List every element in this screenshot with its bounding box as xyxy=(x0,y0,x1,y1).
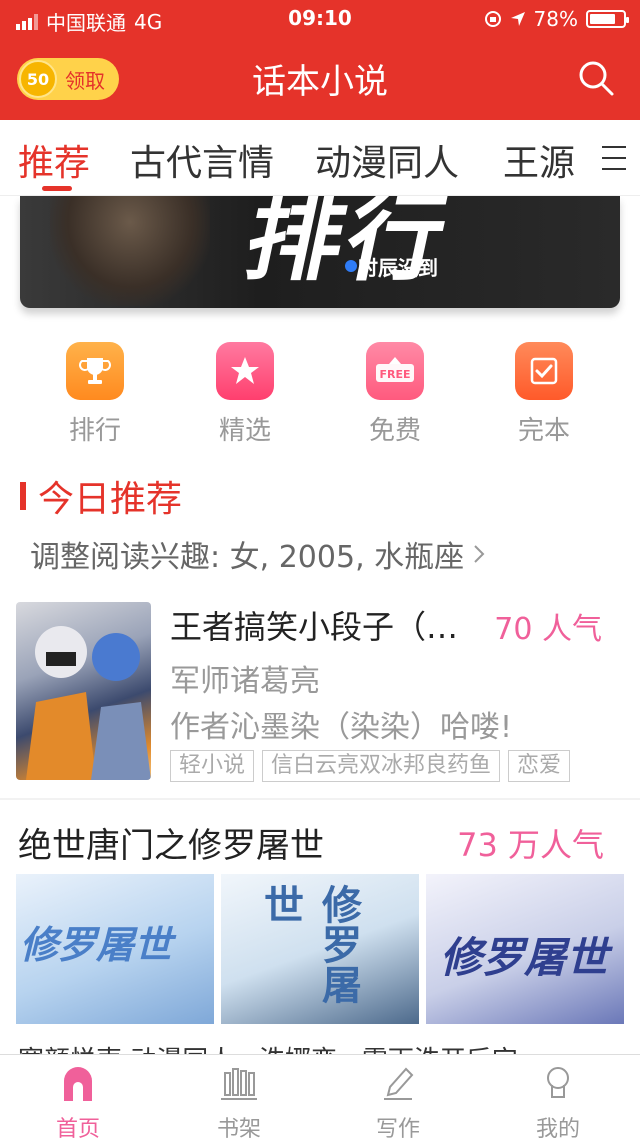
battery-icon xyxy=(586,10,629,28)
nav-home-label: 首页 xyxy=(55,1117,100,1139)
book-cover xyxy=(16,602,151,780)
search-icon[interactable] xyxy=(576,58,616,98)
rank-label: 排行 xyxy=(68,416,121,446)
book-subtitle: 军师诸葛亮 xyxy=(170,664,320,699)
nav-profile[interactable]: 我的 xyxy=(508,1063,608,1139)
carousel-indicator xyxy=(345,260,357,272)
adjust-interest-link[interactable]: 调整阅读兴趣: 女, 2005, 水瓶座 xyxy=(30,532,486,576)
chevron-right-icon xyxy=(474,545,485,563)
promo-banner[interactable]: 排行 时辰没到 xyxy=(20,196,620,308)
nav-bookshelf-label: 书架 xyxy=(216,1117,261,1139)
battery-percent: 78% xyxy=(533,7,578,31)
tab-ancient-romance[interactable]: 古代言情 xyxy=(130,134,274,186)
cover-gallery[interactable]: 修罗屠世 修罗屠世 修罗屠世 xyxy=(16,874,624,1024)
banner-caption: 时辰没到 xyxy=(358,256,438,280)
cover-image: 修罗屠世 xyxy=(16,874,214,1024)
tag[interactable]: 轻小说 xyxy=(170,750,255,782)
book-title[interactable]: 绝世唐门之修罗屠世 xyxy=(18,818,324,867)
interest-text: 调整阅读兴趣: 女, 2005, 水瓶座 xyxy=(30,540,465,575)
quick-entry-row: 排行 精选 FREE 免费 完本 xyxy=(0,342,640,452)
featured-label: 精选 xyxy=(218,416,271,446)
completed-entry[interactable]: 完本 xyxy=(504,342,584,447)
location-icon xyxy=(510,12,525,26)
orientation-lock-icon xyxy=(484,11,501,27)
popularity: 73 万人气 xyxy=(457,826,604,864)
nav-profile-label: 我的 xyxy=(535,1117,580,1139)
popularity: 70 人气 xyxy=(494,612,602,647)
tag[interactable]: 恋爱 xyxy=(508,750,571,782)
tab-anime-fanfic[interactable]: 动漫同人 xyxy=(315,134,459,186)
tab-wang-yuan[interactable]: 王源 xyxy=(503,134,575,186)
banner-artwork-text: 排行 xyxy=(236,196,461,294)
free-label: 免费 xyxy=(368,416,421,446)
free-entry[interactable]: FREE 免费 xyxy=(355,342,435,447)
bookshelf-icon xyxy=(221,1068,257,1100)
section-header: 今日推荐 xyxy=(20,470,182,522)
book-card[interactable]: 王者搞笑小段子（… 70 人气 军师诸葛亮 作者沁墨染（染染）哈喽! 轻小说 信… xyxy=(16,602,624,782)
divider xyxy=(0,798,640,800)
app-header: 中国联通 4G 09:10 78% 50 领取 话本小说 xyxy=(0,0,640,120)
section-marker xyxy=(20,482,26,510)
profile-icon xyxy=(547,1067,569,1098)
app-title: 话本小说 xyxy=(252,62,388,102)
nav-bookshelf[interactable]: 书架 xyxy=(189,1063,289,1139)
completed-label: 完本 xyxy=(517,416,570,446)
star-icon xyxy=(216,342,274,400)
nav-home[interactable]: 首页 xyxy=(28,1063,128,1139)
status-bar: 中国联通 4G 09:10 78% xyxy=(0,0,640,36)
home-icon xyxy=(64,1067,92,1101)
banner-image xyxy=(50,196,210,306)
pen-icon xyxy=(384,1067,414,1100)
check-icon xyxy=(515,342,573,400)
nav-write[interactable]: 写作 xyxy=(348,1063,448,1139)
svg-text:FREE: FREE xyxy=(379,368,410,381)
active-tab-indicator xyxy=(42,186,72,191)
cover-image: 修罗屠世 xyxy=(221,874,419,1024)
tag-list: 轻小说 信白云亮双冰邦良药鱼 恋爱 xyxy=(170,750,571,782)
menu-icon[interactable] xyxy=(602,142,626,174)
tab-recommend[interactable]: 推荐 xyxy=(18,134,90,186)
category-tabs: 推荐 古代言情 动漫同人 王源 xyxy=(0,120,640,196)
section-title: 今日推荐 xyxy=(38,479,183,520)
nav-write-label: 写作 xyxy=(375,1117,420,1139)
free-icon: FREE xyxy=(366,342,424,400)
rank-entry[interactable]: 排行 xyxy=(55,342,135,447)
tag[interactable]: 信白云亮双冰邦良药鱼 xyxy=(262,750,501,782)
trophy-icon xyxy=(66,342,124,400)
book-author-note: 作者沁墨染（染染）哈喽! xyxy=(170,710,513,745)
book-title: 王者搞笑小段子（… xyxy=(170,608,459,646)
bottom-nav: 首页 书架 写作 我的 xyxy=(0,1054,640,1139)
cover-image: 修罗屠世 xyxy=(426,874,624,1024)
featured-entry[interactable]: 精选 xyxy=(205,342,285,447)
